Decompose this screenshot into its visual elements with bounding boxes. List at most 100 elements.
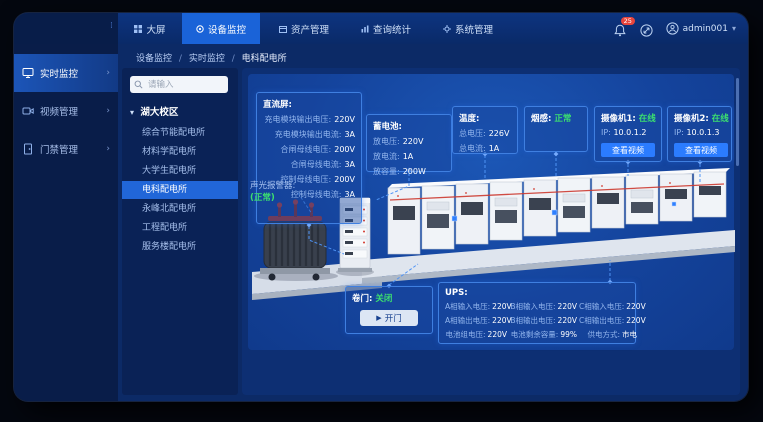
- dc-row-value: 200V: [334, 145, 355, 154]
- battery-panel-title: 蓄电池:: [373, 120, 445, 132]
- smoke-status: 正常: [554, 114, 571, 124]
- tree-item-substation[interactable]: 材料学配电所: [122, 143, 238, 161]
- camera1-view-video-button[interactable]: 查看视频: [601, 143, 655, 157]
- tree-root-campus[interactable]: ▾ 湖大校区: [130, 104, 178, 118]
- battery-row-label: 放容量:: [373, 167, 400, 176]
- dc-panel-title: 直流屏:: [263, 98, 355, 110]
- meter-row-label: 总电压:: [459, 129, 486, 138]
- nav-tab-equipment-monitor[interactable]: 设备监控: [182, 13, 260, 44]
- ups-cell-label: B相输入电压:: [510, 302, 555, 311]
- dc-row-label: 充电模块输出电压:: [265, 115, 332, 124]
- camera1-title: 摄像机1:: [601, 114, 636, 124]
- open-door-label: 开门: [385, 312, 402, 324]
- battery-row-value: 1A: [403, 152, 414, 161]
- navbar-left-mask: [14, 13, 118, 44]
- big-screen-icon: [134, 25, 142, 33]
- ups-cell-label: A相输出电压:: [445, 316, 490, 325]
- camera1-ip: 10.0.1.2: [613, 128, 646, 137]
- camera2-ip-label: IP:: [674, 128, 684, 137]
- tree-item-substation[interactable]: 大学生配电所: [122, 162, 238, 180]
- nav-tab-label: 大屏: [146, 22, 165, 36]
- nav-tab-label: 系统管理: [455, 22, 493, 36]
- dc-row-label: 充电模块输出电流:: [275, 130, 342, 139]
- sidebar-item-label: 实时监控: [40, 66, 78, 80]
- video-camera-icon: [22, 105, 34, 117]
- ups-cell-label: C相输入电压:: [579, 302, 624, 311]
- battery-row-label: 放电流:: [373, 152, 400, 161]
- meter-panel-title: 温度:: [459, 112, 511, 124]
- nav-tab-asset-management[interactable]: 资产管理: [266, 13, 342, 44]
- sound-light-alarm-label: 声光报警器: (正常): [250, 180, 295, 204]
- fullscreen-icon[interactable]: [640, 22, 653, 35]
- alarm-name: 声光报警器:: [250, 180, 295, 192]
- tree-item-substation[interactable]: 永峰北配电所: [122, 200, 238, 218]
- alarm-status: (正常): [250, 192, 295, 204]
- battery-row-value: 200W: [403, 167, 426, 176]
- battery-row-value: 220V: [403, 137, 424, 146]
- sidebar-item-realtime-monitor[interactable]: 实时监控 ›: [14, 54, 118, 92]
- user-avatar: [666, 22, 679, 35]
- stats-bars-icon: [361, 25, 369, 33]
- user-menu[interactable]: admin001 ▾: [666, 22, 736, 35]
- meter-row-label: 总电流:: [459, 144, 486, 153]
- tree-item-substation-selected[interactable]: 电科配电所: [122, 181, 238, 199]
- search-input[interactable]: [146, 79, 224, 91]
- camera2-view-video-button[interactable]: 查看视频: [674, 143, 728, 157]
- ups-cell-value: 220V: [488, 330, 507, 339]
- search-icon: [134, 80, 143, 89]
- battery-panel: 蓄电池: 放电压:220V 放电流:1A 放容量:200W: [366, 114, 452, 172]
- sidebar-item-access-management[interactable]: 门禁管理 ›: [14, 130, 118, 168]
- ups-cell-value: 220V: [558, 316, 577, 325]
- tree-item-substation[interactable]: 综合节能配电所: [122, 124, 238, 142]
- tree-collapse-icon: ▾: [130, 108, 134, 117]
- navbar-tools: 25 admin001 ▾: [614, 13, 736, 44]
- breadcrumb-separator: /: [179, 54, 182, 64]
- ups-panel: UPS: A相输入电压:220V B相输入电压:220V C相输入电压:220V…: [438, 282, 636, 344]
- scrollbar[interactable]: [736, 78, 739, 166]
- door-access-icon: [22, 143, 34, 155]
- sidebar: 实时监控 › 视频管理 › 门禁管理 ›: [14, 44, 118, 401]
- sidebar-item-video-management[interactable]: 视频管理 ›: [14, 92, 118, 130]
- nav-tab-label: 设备监控: [208, 22, 246, 36]
- nav-tab-query-statistics[interactable]: 查询统计: [348, 13, 424, 44]
- breadcrumb-part[interactable]: 设备监控: [136, 54, 172, 64]
- meter-row-value: 226V: [489, 129, 510, 138]
- nav-tab-label: 查询统计: [373, 22, 411, 36]
- tree-root-label: 湖大校区: [140, 107, 178, 118]
- sidebar-item-label: 门禁管理: [40, 142, 78, 156]
- user-caret-down-icon: ▾: [732, 24, 736, 33]
- ups-cell-label: A相输入电压:: [445, 302, 490, 311]
- ups-cell-label: B相输出电压:: [510, 316, 555, 325]
- asset-box-icon: [279, 25, 287, 33]
- camera2-panel: 摄像机2: 在线 IP: 10.0.1.3 查看视频: [667, 106, 732, 162]
- nav-drag-handle: ⁞: [110, 21, 112, 31]
- dc-row-value: 220V: [334, 115, 355, 124]
- smoke-panel-title: 烟感:: [531, 114, 551, 124]
- nav-tab-system-management[interactable]: 系统管理: [430, 13, 506, 44]
- ups-panel-title: UPS:: [445, 288, 629, 298]
- realtime-monitor-icon: [22, 67, 34, 79]
- breadcrumb-part[interactable]: 实时监控: [189, 54, 225, 64]
- breadcrumb-current: 电科配电所: [242, 54, 287, 64]
- dc-row-label: 合闸母线电压:: [281, 145, 332, 154]
- main-area: 设备监控 / 实时监控 / 电科配电所 ▾ 湖大校区 综合节能配电所 材料学配电…: [118, 44, 748, 401]
- open-door-button[interactable]: ▶ 开门: [360, 310, 418, 326]
- breadcrumb: 设备监控 / 实时监控 / 电科配电所: [136, 51, 287, 64]
- chevron-right-icon: ›: [106, 106, 110, 116]
- notification-badge: 25: [621, 17, 635, 25]
- ups-grid: A相输入电压:220V B相输入电压:220V C相输入电压:220V A相输出…: [445, 300, 629, 342]
- tree-item-substation[interactable]: 工程配电所: [122, 219, 238, 237]
- nav-tab-dashboard[interactable]: 大屏: [120, 13, 180, 44]
- dc-row-value: 3A: [344, 160, 355, 169]
- username: admin001: [683, 24, 728, 34]
- screen: ⁞ 大屏 设备监控 资产管理: [0, 0, 763, 422]
- content-area: 直流屏: 充电模块输出电压:220V 充电模块输出电流:3A 合闸母线电压:20…: [242, 68, 740, 395]
- dc-row-value: 3A: [344, 130, 355, 139]
- tree-search-box[interactable]: [130, 76, 228, 93]
- notification-bell-icon[interactable]: 25: [614, 22, 627, 35]
- camera2-ip: 10.0.1.3: [686, 128, 719, 137]
- camera1-status: 在线: [639, 114, 656, 124]
- ups-cell-label: 电池剩余容量:: [511, 330, 559, 339]
- tree-item-substation[interactable]: 服务楼配电所: [122, 238, 238, 256]
- chevron-right-icon: ›: [106, 68, 110, 78]
